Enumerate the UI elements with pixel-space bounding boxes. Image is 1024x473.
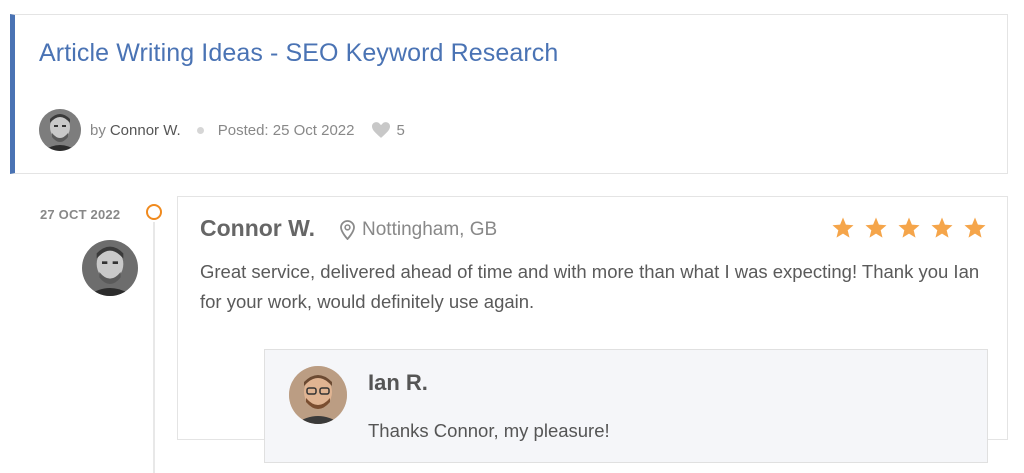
heart-icon[interactable]	[372, 122, 391, 138]
reply-text: Thanks Connor, my pleasure!	[368, 420, 610, 441]
post-title[interactable]: Article Writing Ideas - SEO Keyword Rese…	[39, 39, 558, 68]
reply-card: Ian R. Thanks Connor, my pleasure!	[264, 349, 988, 463]
star-icon	[964, 217, 986, 238]
map-pin-icon	[340, 220, 355, 240]
timeline-line	[153, 222, 155, 473]
star-rating	[831, 216, 987, 240]
reviewer-avatar[interactable]	[82, 240, 138, 296]
reviewer-name: Connor W.	[200, 215, 315, 241]
review-date: 27 OCT 2022	[40, 207, 121, 222]
location-text: Nottingham, GB	[362, 219, 498, 240]
posted-date: Posted: 25 Oct 2022	[217, 121, 355, 139]
star-icon	[898, 217, 920, 238]
replier-name: Ian R.	[368, 370, 428, 395]
star-icon	[832, 217, 854, 238]
author-avatar[interactable]	[39, 109, 81, 151]
like-count: 5	[396, 121, 405, 139]
replier-avatar[interactable]	[289, 366, 347, 424]
reviewer-location: Nottingham, GB	[340, 219, 497, 241]
star-icon	[865, 217, 887, 238]
review-text: Great service, delivered ahead of time a…	[200, 261, 980, 312]
post-header-card: Article Writing Ideas - SEO Keyword Rese…	[10, 14, 1008, 174]
by-label: by	[90, 121, 106, 139]
post-meta: by Connor W. Posted: 25 Oct 2022 5	[39, 109, 405, 151]
author-link[interactable]: Connor W.	[110, 122, 181, 139]
separator-dot	[196, 126, 204, 134]
timeline-dot	[146, 204, 162, 220]
star-icon	[931, 217, 953, 238]
